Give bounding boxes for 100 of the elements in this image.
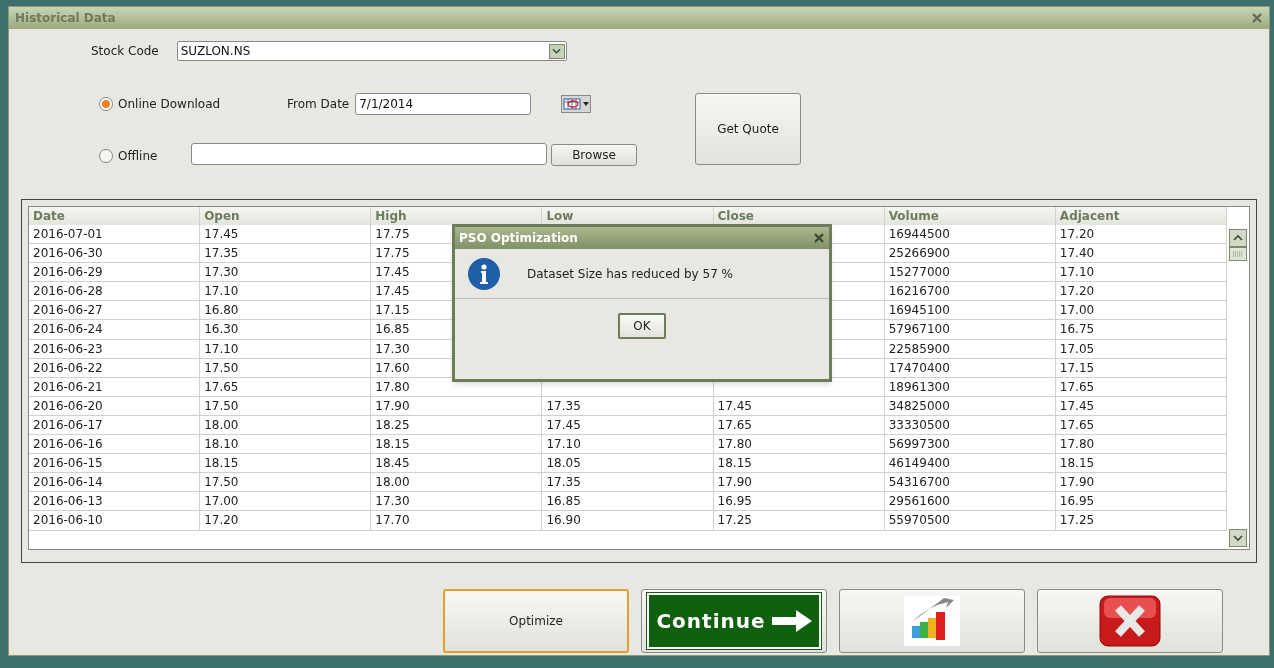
table-cell: 17.35 bbox=[542, 396, 714, 415]
table-cell: 17.45 bbox=[713, 396, 885, 415]
table-cell: 33330500 bbox=[884, 415, 1056, 435]
optimize-button[interactable]: Optimize bbox=[443, 589, 629, 653]
scroll-up-icon[interactable] bbox=[1229, 229, 1247, 247]
table-cell: 18.45 bbox=[371, 454, 543, 473]
table-cell: 16.85 bbox=[542, 492, 714, 511]
table-cell: 17.30 bbox=[200, 263, 372, 282]
table-cell: 16.30 bbox=[200, 320, 372, 339]
table-cell: 2016-06-23 bbox=[29, 339, 201, 358]
column-header[interactable]: Adjacent bbox=[1055, 207, 1227, 225]
table-cell: 2016-06-28 bbox=[29, 282, 201, 301]
file-path-field[interactable] bbox=[191, 143, 547, 165]
calendar-picker-icon[interactable] bbox=[561, 95, 591, 113]
arrow-icon bbox=[771, 610, 812, 632]
chart-button[interactable] bbox=[839, 589, 1025, 653]
table-cell: 17.90 bbox=[1055, 473, 1227, 492]
table-cell: 2016-07-01 bbox=[29, 225, 201, 244]
scroll-thumb-icon[interactable] bbox=[1229, 247, 1247, 261]
radio-button[interactable] bbox=[99, 149, 113, 163]
table-cell: 2016-06-17 bbox=[29, 415, 201, 435]
table-cell: 17.45 bbox=[1055, 396, 1227, 415]
table-cell: 18.15 bbox=[371, 435, 543, 454]
table-cell: 17.10 bbox=[1055, 263, 1227, 282]
table-cell: 17.10 bbox=[542, 435, 714, 454]
radio-button[interactable] bbox=[99, 97, 113, 111]
table-cell: 54316700 bbox=[884, 473, 1056, 492]
table-cell: 18.00 bbox=[200, 415, 372, 435]
table-cell: 2016-06-10 bbox=[29, 511, 201, 530]
table-cell: 2016-06-13 bbox=[29, 492, 201, 511]
table-cell: 15277000 bbox=[884, 263, 1056, 282]
table-cell: 17.40 bbox=[1055, 244, 1227, 263]
table-cell: 16.80 bbox=[200, 301, 372, 320]
table-cell: 17.80 bbox=[1055, 435, 1227, 454]
field-label: Stock Code bbox=[91, 43, 159, 60]
scroll-down-icon[interactable] bbox=[1229, 529, 1247, 547]
date-field[interactable]: 7/1/2014 bbox=[355, 93, 532, 115]
field-label: From Date bbox=[287, 96, 350, 113]
table-cell: 17.00 bbox=[200, 492, 372, 511]
table-cell: 17.50 bbox=[200, 358, 372, 377]
table-cell: 16944500 bbox=[884, 225, 1056, 244]
table-cell: 17.25 bbox=[713, 511, 885, 530]
table-cell: 17.65 bbox=[1055, 377, 1227, 396]
table-cell: 2016-06-15 bbox=[29, 454, 201, 473]
table-cell: 17.35 bbox=[200, 244, 372, 263]
table-cell: 17.05 bbox=[1055, 339, 1227, 358]
column-header[interactable]: Date bbox=[29, 207, 201, 225]
table-cell: 17.65 bbox=[1055, 415, 1227, 435]
table-cell: 17.35 bbox=[542, 473, 714, 492]
close-icon[interactable] bbox=[813, 232, 825, 244]
table-cell: 34825000 bbox=[884, 396, 1056, 415]
table-cell: 17.00 bbox=[1055, 301, 1227, 320]
radio-label[interactable]: Online Download bbox=[118, 95, 221, 113]
table-cell: 18.15 bbox=[1055, 454, 1227, 473]
table-cell: 2016-06-24 bbox=[29, 320, 201, 339]
table-cell: 18.00 bbox=[371, 473, 543, 492]
table-cell: 18.15 bbox=[713, 454, 885, 473]
table-cell: 46149400 bbox=[884, 454, 1056, 473]
table-cell: 56997300 bbox=[884, 435, 1056, 454]
table-cell: 2016-06-21 bbox=[29, 377, 201, 396]
table-cell: 17.80 bbox=[713, 435, 885, 454]
continue-button[interactable]: Continue bbox=[641, 589, 827, 653]
table-cell: 2016-06-16 bbox=[29, 435, 201, 454]
table-cell: 17.20 bbox=[1055, 225, 1227, 244]
stock-code-dropdown[interactable]: SUZLON.NS bbox=[176, 41, 567, 61]
table-cell: 17.65 bbox=[713, 415, 885, 435]
browse-button[interactable]: Browse bbox=[551, 144, 637, 166]
table-cell: 2016-06-22 bbox=[29, 358, 201, 377]
table-cell: 18961300 bbox=[884, 377, 1056, 396]
table-cell: 17.70 bbox=[371, 511, 543, 530]
radio-label[interactable]: Offline bbox=[118, 147, 158, 165]
table-cell: 29561600 bbox=[884, 492, 1056, 511]
table-cell: 2016-06-20 bbox=[29, 396, 201, 415]
table-cell: 17.50 bbox=[200, 473, 372, 492]
table-cell: 17.20 bbox=[1055, 282, 1227, 301]
table-cell: 25266900 bbox=[884, 244, 1056, 263]
close-icon bbox=[1098, 594, 1162, 648]
table-cell: 17.15 bbox=[1055, 358, 1227, 377]
table-cell: 17.10 bbox=[200, 339, 372, 358]
get-quote-button[interactable]: Get Quote bbox=[695, 93, 801, 165]
table-cell: 57967100 bbox=[884, 320, 1056, 339]
table-cell: 16216700 bbox=[884, 282, 1056, 301]
table-cell: 18.25 bbox=[371, 415, 543, 435]
window-title: Historical Data bbox=[15, 10, 116, 27]
table-cell: 16.95 bbox=[1055, 492, 1227, 511]
column-header[interactable]: Open bbox=[200, 207, 372, 225]
cancel-button[interactable] bbox=[1037, 589, 1223, 653]
table-cell: 22585900 bbox=[884, 339, 1056, 358]
table-cell: 17.25 bbox=[1055, 511, 1227, 530]
table-cell: 55970500 bbox=[884, 511, 1056, 530]
info-icon bbox=[467, 256, 501, 291]
table-cell: 16.90 bbox=[542, 511, 714, 530]
ok-button[interactable]: OK bbox=[618, 313, 666, 339]
column-header[interactable]: Volume bbox=[884, 207, 1056, 225]
close-icon[interactable] bbox=[1251, 12, 1263, 24]
table-cell: 17.20 bbox=[200, 511, 372, 530]
table-cell: 18.10 bbox=[200, 435, 372, 454]
table-cell: 17.30 bbox=[371, 492, 543, 511]
table-cell: 17.10 bbox=[200, 282, 372, 301]
table-cell: 17.45 bbox=[542, 415, 714, 435]
